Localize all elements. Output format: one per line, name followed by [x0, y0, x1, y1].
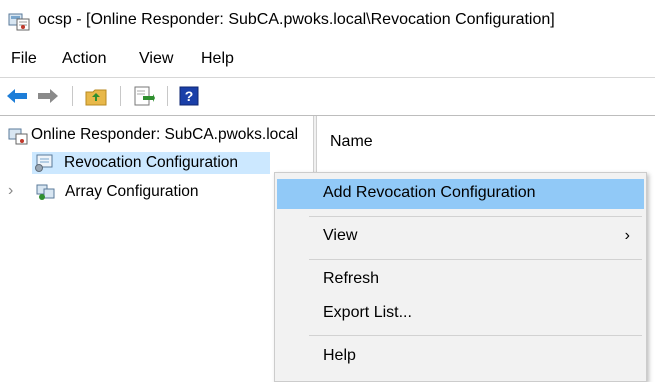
menu-file[interactable]: File [11, 50, 37, 68]
online-responder-icon [8, 128, 28, 145]
toolbar: ? [0, 80, 655, 112]
menu-bar: File Action View Help [0, 48, 655, 72]
revocation-configuration-icon [35, 154, 53, 172]
menu-action[interactable]: Action [62, 50, 106, 68]
menu-separator [309, 335, 642, 336]
menu-divider [0, 77, 655, 78]
menu-item-help[interactable]: Help [277, 342, 644, 372]
help-icon[interactable]: ? [177, 84, 201, 108]
tree-item-label: Array Configuration [65, 183, 199, 200]
toolbar-separator [72, 86, 73, 106]
toolbar-separator [167, 86, 168, 106]
menu-separator [309, 216, 642, 217]
online-responder-icon [8, 13, 30, 31]
array-configuration-icon [36, 184, 55, 200]
tree-item-array-configuration[interactable]: › Array Configuration [8, 182, 268, 204]
toolbar-separator [120, 86, 121, 106]
tree-item-label: Revocation Configuration [64, 154, 239, 171]
submenu-arrow-icon: › [624, 227, 630, 244]
expand-chevron-icon[interactable]: › [8, 182, 13, 200]
menu-item-refresh[interactable]: Refresh [277, 265, 644, 295]
title-bar: ocsp - [Online Responder: SubCA.pwoks.lo… [0, 0, 655, 42]
context-menu: Add Revocation Configuration View › Refr… [274, 172, 647, 382]
menu-help[interactable]: Help [201, 50, 234, 68]
column-header-name[interactable]: Name [330, 133, 373, 151]
up-folder-icon[interactable] [84, 84, 108, 108]
tree-item-revocation-configuration[interactable]: Revocation Configuration [32, 152, 270, 174]
menu-item-add-revocation-configuration[interactable]: Add Revocation Configuration [277, 179, 644, 209]
tree-root-online-responder[interactable]: Online Responder: SubCA.pwoks.local [8, 126, 313, 146]
menu-item-export-list[interactable]: Export List... [277, 299, 644, 329]
menu-view[interactable]: View [139, 50, 173, 68]
back-arrow-icon[interactable] [5, 84, 29, 108]
window-title: ocsp - [Online Responder: SubCA.pwoks.lo… [38, 11, 555, 28]
menu-separator [309, 259, 642, 260]
tree-root-label: Online Responder: SubCA.pwoks.local [31, 126, 299, 143]
console-tree: Online Responder: SubCA.pwoks.local Revo… [0, 116, 313, 379]
forward-arrow-icon[interactable] [36, 84, 60, 108]
svg-text:?: ? [185, 88, 194, 104]
menu-item-view[interactable]: View › [277, 222, 644, 252]
export-list-icon[interactable] [132, 84, 156, 108]
